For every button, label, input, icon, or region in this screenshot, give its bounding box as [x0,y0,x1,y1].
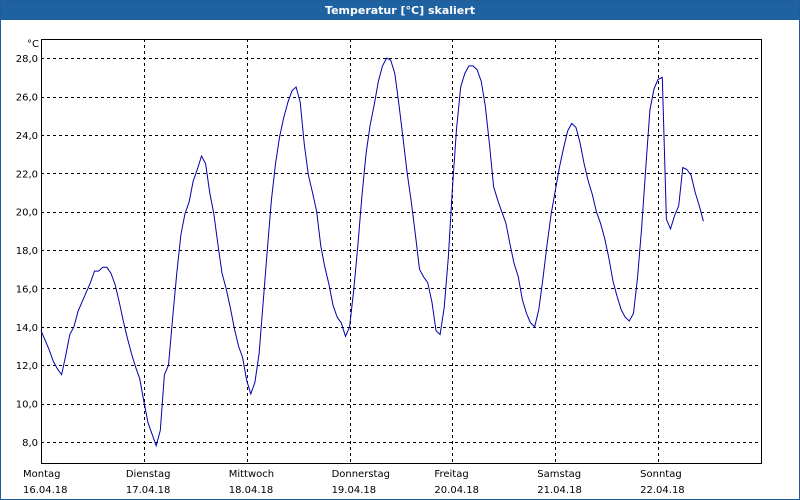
grid-lines [41,39,761,463]
x-tick-date: 17.04.18 [126,485,171,496]
x-tick-day: Dienstag [126,469,171,480]
x-tick-labels: Montag 16.04.18 Dienstag 17.04.18 Mittwoch 18… [23,469,685,496]
x-tick-day: Mittwoch [229,469,274,480]
x-tick-date: 21.04.18 [537,485,582,496]
x-tick-day: Montag [23,469,60,480]
x-tick-date: 18.04.18 [229,485,274,496]
plot-border [41,39,762,464]
y-axis-unit-label: °C [27,39,39,50]
x-tick-date: 16.04.18 [23,485,68,496]
window-title: Temperatur [°C] skaliert [1,1,799,20]
x-tick-day: Samstag [537,469,581,480]
x-tick-date: 22.04.18 [640,485,685,496]
chart-window: Temperatur [°C] skaliert °C 8,0 10,0 12,0 1… [0,0,800,500]
x-tick-day: Sonntag [640,469,682,480]
y-tick-label: 22,0 [16,169,38,180]
y-tick-label: 24,0 [16,131,38,142]
plot-frame [41,39,762,464]
y-tick-label: 10,0 [16,400,38,411]
x-tick-day: Donnerstag [332,469,390,480]
y-tick-label: 12,0 [16,361,38,372]
y-tick-label: 16,0 [16,284,38,295]
y-tick-label: 20,0 [16,208,38,219]
y-tick-labels: 8,0 10,0 12,0 14,0 16,0 18,0 20,0 22,0 24,0 26,0 2… [16,54,38,449]
temperature-line [40,57,704,448]
y-tick-label: 26,0 [16,93,38,104]
x-tick-date: 20.04.18 [434,485,479,496]
x-tick-day: Freitag [434,469,468,480]
x-tick-date: 19.04.18 [332,485,377,496]
chart-area: °C 8,0 10,0 12,0 14,0 16,0 18,0 20,0 22,0 24,0 26… [16,39,762,496]
y-tick-label: 18,0 [16,246,38,257]
y-tick-label: 28,0 [16,54,38,65]
y-tick-label: 8,0 [22,438,38,449]
y-tick-label: 14,0 [16,323,38,334]
